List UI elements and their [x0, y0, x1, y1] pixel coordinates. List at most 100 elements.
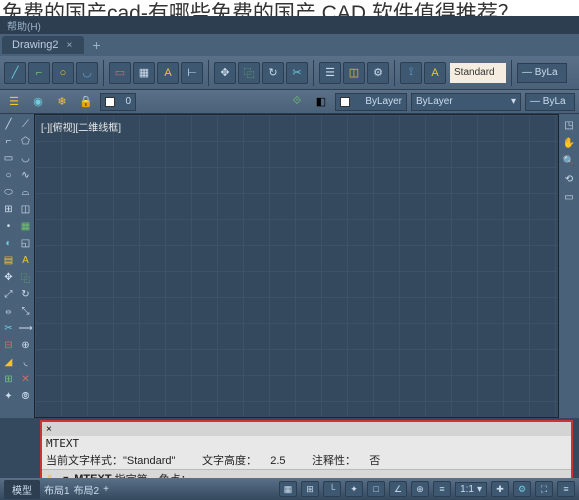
trim-icon[interactable]: ✂	[0, 320, 17, 337]
offset-icon[interactable]: ⦾	[17, 388, 34, 405]
rect-tool-icon[interactable]: ▭	[109, 62, 131, 84]
zoom-icon[interactable]: 🔍	[559, 152, 579, 170]
layer-icon[interactable]: ☰	[319, 62, 341, 84]
trim-tool-icon[interactable]: ✂	[286, 62, 308, 84]
text-tool-icon[interactable]: A	[157, 62, 179, 84]
dim-tool-icon[interactable]: ⊢	[181, 62, 203, 84]
text-style-combo[interactable]: Standard	[450, 63, 506, 83]
point-icon[interactable]: •	[0, 218, 17, 235]
customization-icon[interactable]: ≡	[557, 481, 575, 497]
linetype-combo[interactable]: — ByLa	[517, 63, 567, 83]
arc-tool-icon[interactable]: ◡	[76, 62, 98, 84]
ellipse-arc-icon[interactable]: ⌓	[17, 184, 34, 201]
chamfer-icon[interactable]: ◢	[0, 354, 17, 371]
ellipse-icon[interactable]: ⬭	[0, 184, 17, 201]
cmd-close-icon[interactable]: ×	[46, 424, 52, 435]
mirror-icon[interactable]: ⦵	[0, 303, 17, 320]
move-tool-icon[interactable]: ✥	[214, 62, 236, 84]
rotate-tool-icon[interactable]: ↻	[262, 62, 284, 84]
move-icon[interactable]: ✥	[0, 269, 17, 286]
close-icon[interactable]: ×	[66, 40, 72, 51]
layout2-tab[interactable]: 布局2	[74, 482, 100, 497]
dyn-toggle[interactable]: ⊕	[411, 481, 429, 497]
view-icon[interactable]: ▭	[559, 188, 579, 206]
circle-tool-icon[interactable]: ○	[52, 62, 74, 84]
layer-freeze-icon[interactable]: ❄	[52, 93, 72, 111]
command-info: 当前文字样式："Standard" 文字高度： 2.5 注释性： 否	[42, 451, 571, 469]
arc-icon[interactable]: ◡	[17, 150, 34, 167]
copy-tool-icon[interactable]: ⿻	[238, 62, 260, 84]
layer-lock-icon[interactable]: 🔒	[76, 93, 96, 111]
region-icon[interactable]: ◱	[17, 235, 34, 252]
orbit-icon[interactable]: ⟲	[559, 170, 579, 188]
layer-color-combo[interactable]: 0	[100, 93, 136, 111]
break-icon[interactable]: ⊟	[0, 337, 17, 354]
left-toolbar: ╱⟋ ⌐⬠ ▭◡ ○∿ ⬭⌓ ⊞◫ •▦ ◐◱ ▤A ✥⿻ ⤢↻ ⦵⤡ ✂⟶ ⊟…	[0, 114, 34, 418]
copy-icon[interactable]: ⿻	[17, 269, 34, 286]
polygon-icon[interactable]: ⬠	[17, 133, 34, 150]
gradient-icon[interactable]: ◐	[0, 235, 17, 252]
lineweight-label: ByLayer	[416, 96, 453, 107]
array-icon[interactable]: ⊞	[0, 371, 17, 388]
osnap-toggle[interactable]: □	[367, 481, 385, 497]
maximize-icon[interactable]: ⛶	[535, 481, 553, 497]
pan-icon[interactable]: ✋	[559, 134, 579, 152]
scale-icon[interactable]: ⤡	[17, 303, 34, 320]
xline-icon[interactable]: ⟋	[17, 116, 34, 133]
nav-cube-icon[interactable]: ◳	[559, 116, 579, 134]
otrack-toggle[interactable]: ∠	[389, 481, 407, 497]
polyline-tool-icon[interactable]: ⌐	[28, 62, 50, 84]
line-icon[interactable]: ╱	[0, 116, 17, 133]
insert-icon[interactable]: ⊞	[0, 201, 17, 218]
add-layout-icon[interactable]: +	[103, 484, 109, 495]
stretch-icon[interactable]: ⤢	[0, 286, 17, 303]
measure-icon[interactable]: ⟟	[400, 62, 422, 84]
fillet-icon[interactable]: ◟	[17, 354, 34, 371]
hatch-tool-icon[interactable]: ▦	[133, 62, 155, 84]
gear-icon[interactable]: ⚙	[513, 481, 531, 497]
doc-tab-active[interactable]: Drawing2 ×	[2, 36, 84, 54]
snap-toggle[interactable]: ⊞	[301, 481, 319, 497]
props-icon[interactable]: ⚙	[367, 62, 389, 84]
add-tab-button[interactable]: +	[84, 37, 108, 53]
scale-combo[interactable]: 1:1 ▾	[455, 482, 487, 497]
color-swatch-icon	[105, 97, 115, 107]
layer-mgr-icon[interactable]: ☰	[4, 93, 24, 111]
block-icon[interactable]: ◫	[17, 201, 34, 218]
table-icon[interactable]: ▤	[0, 252, 17, 269]
text-style-icon[interactable]: A	[424, 62, 446, 84]
ortho-toggle[interactable]: └	[323, 481, 341, 497]
color-icon[interactable]: ◧	[311, 93, 331, 111]
chevron-down-icon: ▾	[477, 484, 482, 495]
viewport-label[interactable]: [-][俯视][二维线框]	[41, 119, 121, 134]
drawing-canvas[interactable]: [-][俯视][二维线框]	[34, 114, 559, 418]
cmd-height-value: 2.5	[270, 455, 285, 467]
annotation-icon[interactable]: ✚	[491, 481, 509, 497]
grid-toggle[interactable]: ▦	[279, 481, 297, 497]
layer-name-label: 0	[125, 96, 131, 107]
block-icon[interactable]: ◫	[343, 62, 365, 84]
hatch-icon[interactable]: ▦	[17, 218, 34, 235]
spline-icon[interactable]: ∿	[17, 167, 34, 184]
ribbon-toolbar: ╱ ⌐ ○ ◡ ▭ ▦ A ⊢ ✥ ⿻ ↻ ✂ ☰ ◫ ⚙ ⟟ A Standa…	[0, 56, 579, 90]
mtext-icon[interactable]: A	[17, 252, 34, 269]
color-combo[interactable]: ByLayer	[335, 93, 407, 111]
layer-state-icon[interactable]: ◉	[28, 93, 48, 111]
extend-icon[interactable]: ⟶	[17, 320, 34, 337]
circle-icon[interactable]: ○	[0, 167, 17, 184]
match-props-icon[interactable]: ⟐	[287, 93, 307, 111]
rotate-icon[interactable]: ↻	[17, 286, 34, 303]
explode-icon[interactable]: ✦	[0, 388, 17, 405]
layout1-tab[interactable]: 布局1	[44, 482, 70, 497]
line-tool-icon[interactable]: ╱	[4, 62, 26, 84]
erase-icon[interactable]: ✕	[17, 371, 34, 388]
menu-help[interactable]: 帮助(H)	[4, 18, 44, 33]
rect-icon[interactable]: ▭	[0, 150, 17, 167]
polar-toggle[interactable]: ✦	[345, 481, 363, 497]
model-tab[interactable]: 模型	[4, 480, 40, 499]
lineweight-combo[interactable]: ByLayer ▾	[411, 93, 521, 111]
linetype-combo2[interactable]: — ByLa	[525, 93, 575, 111]
lwt-toggle[interactable]: ≡	[433, 481, 451, 497]
pline-icon[interactable]: ⌐	[0, 133, 17, 150]
join-icon[interactable]: ⊕	[17, 337, 34, 354]
